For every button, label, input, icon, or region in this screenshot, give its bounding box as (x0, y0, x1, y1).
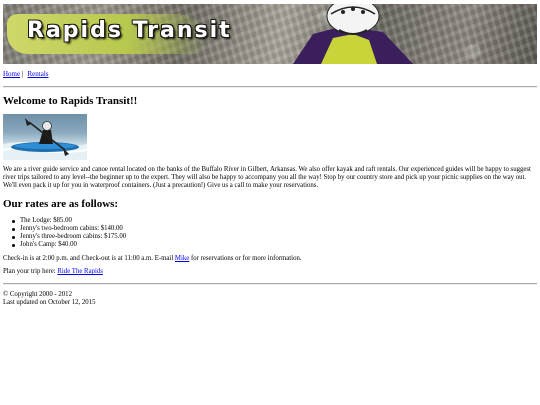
rates-list: The Lodge: $85.00 Jenny's two-bedroom ca… (11, 217, 127, 249)
nav-divider (3, 86, 537, 88)
nav-link-home[interactable]: Home (3, 70, 20, 78)
rates-heading: Our rates are as follows: (3, 198, 119, 210)
banner-paddler-image (293, 4, 413, 64)
site-logo: Rapids Transit (27, 18, 232, 43)
rate-item: The Lodge: $85.00 (11, 217, 126, 225)
copyright-text: © Copyright 2000 - 2012 (3, 291, 72, 298)
rate-item: Jenny's two-bedroom cabins: $140.00 (11, 225, 126, 233)
checkin-info: Check-in is at 2:00 p.m. and Check-out i… (3, 255, 302, 263)
top-nav: Home | Rentals (3, 70, 49, 78)
nav-separator: | (22, 70, 24, 78)
plan-trip: Plan your trip here: Ride The Rapids (3, 268, 103, 276)
kayaker-photo (3, 114, 87, 160)
ride-the-rapids-link[interactable]: Ride The Rapids (57, 268, 103, 275)
footer-divider (3, 283, 537, 285)
email-mike-link[interactable]: Mike (175, 255, 189, 262)
intro-paragraph: We are a river guide service and canoe r… (3, 166, 531, 189)
plan-text: Plan your trip here: (3, 268, 58, 275)
page-heading: Welcome to Rapids Transit!! (3, 95, 138, 107)
checkin-text-end: for reservations or for more information… (189, 255, 302, 262)
kayaker-illustration (3, 118, 87, 160)
nav-link-rentals[interactable]: Rentals (28, 70, 49, 78)
checkin-text: Check-in is at 2:00 p.m. and Check-out i… (3, 255, 175, 262)
rate-item: John's Camp: $40.00 (11, 241, 126, 249)
page-footer: © Copyright 2000 - 2012 Last updated on … (3, 291, 96, 307)
site-banner: Rapids Transit (3, 4, 537, 64)
rate-item: Jenny's three-bedroom cabins: $175.00 (11, 233, 127, 240)
last-updated-text: Last updated on October 12, 2015 (3, 299, 96, 306)
